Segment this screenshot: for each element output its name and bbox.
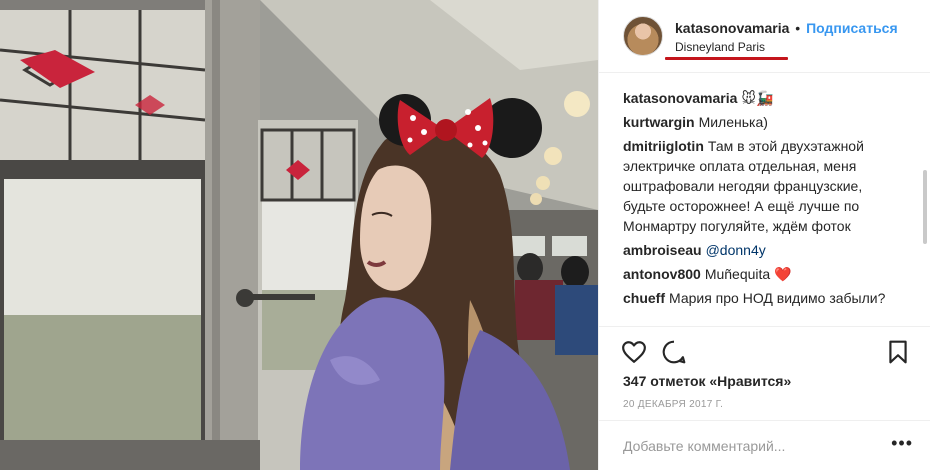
author-avatar[interactable]: [623, 16, 663, 56]
comment-username[interactable]: chueff: [623, 290, 665, 306]
post-date: 20 ДЕКАБРЯ 2017 Г.: [623, 399, 724, 410]
author-line: katasonovamaria • Подписаться: [675, 20, 898, 36]
comment-item: ambroiseau @donn4y: [623, 240, 907, 260]
red-heart-emoji: ❤️: [774, 266, 792, 282]
follow-button[interactable]: Подписаться: [806, 20, 898, 36]
more-options-button[interactable]: •••: [891, 433, 913, 454]
post-sidebar: katasonovamaria • Подписаться Disneyland…: [598, 0, 930, 470]
speech-bubble-icon: [662, 340, 686, 364]
comment-input[interactable]: [623, 435, 883, 457]
post-header: katasonovamaria • Подписаться Disneyland…: [599, 0, 930, 73]
save-button[interactable]: [885, 339, 911, 365]
comment-item: antonov800 Muñequita ❤️: [623, 264, 907, 284]
like-button[interactable]: [621, 339, 647, 365]
header-separator: •: [795, 20, 801, 36]
comment-username[interactable]: dmitriiglotin: [623, 138, 704, 154]
comments-scrollbar[interactable]: [923, 170, 927, 244]
post-photo[interactable]: [0, 0, 598, 470]
comment-mention-link[interactable]: @donn4y: [706, 242, 766, 258]
bookmark-icon: [889, 340, 907, 364]
author-username[interactable]: katasonovamaria: [675, 20, 789, 36]
comment-text: Muñequita: [704, 266, 771, 282]
comment-text: Мария про НОД видимо забыли?: [669, 290, 886, 306]
comment-username[interactable]: ambroiseau: [623, 242, 702, 258]
likes-count[interactable]: 347 отметок «Нравится»: [623, 373, 791, 389]
comment-item: kurtwargin Миленька): [623, 112, 907, 132]
comment-username[interactable]: katasonovamaria: [623, 90, 737, 106]
comments-list[interactable]: katasonovamaria 🐭🚂 kurtwargin Миленька) dm…: [599, 74, 930, 326]
comment-username[interactable]: kurtwargin: [623, 114, 695, 130]
comment-item: dmitriiglotin Там в этой двухэтажной элек…: [623, 136, 907, 236]
comment-item: katasonovamaria 🐭🚂: [623, 88, 907, 108]
comment-item: chueff Мария про НОД видимо забыли?: [623, 288, 907, 308]
comment-button[interactable]: [661, 339, 687, 365]
comment-text: Миленька): [698, 114, 768, 130]
location-link[interactable]: Disneyland Paris: [675, 40, 765, 54]
comment-text: 🐭🚂: [741, 90, 774, 106]
comment-username[interactable]: antonov800: [623, 266, 701, 282]
heart-outline-icon: [622, 341, 646, 363]
add-comment-bar: •••: [599, 420, 930, 470]
location-highlight: [665, 57, 788, 60]
